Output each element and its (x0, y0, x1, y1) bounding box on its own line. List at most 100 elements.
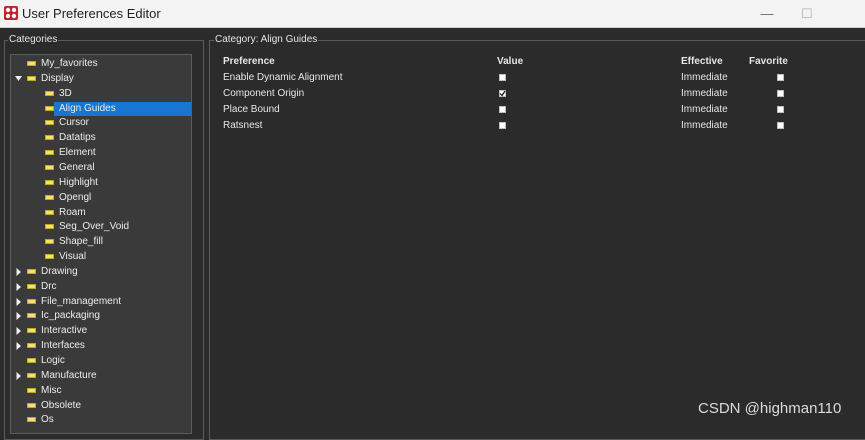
tree-item[interactable]: Interfaces (11, 339, 191, 353)
tree-item-label: Opengl (59, 191, 92, 203)
tree-item-label: Element (59, 147, 96, 159)
collapsed-arrow-icon[interactable] (14, 295, 24, 309)
folder-icon (27, 387, 36, 393)
preferences-group (209, 40, 865, 440)
tree-item-label: My_favorites (41, 58, 98, 69)
folder-icon (27, 75, 36, 81)
tree-item-label: Drc (41, 280, 57, 292)
collapsed-arrow-icon[interactable] (14, 339, 24, 353)
tree-item-label: Cursor (59, 117, 90, 129)
tree-item-label: Roam (59, 206, 86, 218)
folder-icon (45, 119, 54, 126)
tree-item[interactable]: Align Guides (11, 101, 191, 116)
effective-text: Immediate (681, 88, 728, 99)
collapsed-arrow-icon[interactable] (14, 309, 24, 323)
tree-item[interactable]: Roam (11, 206, 191, 220)
folder-icon (45, 223, 54, 230)
favorite-checkbox[interactable] (777, 106, 784, 113)
tree-item[interactable]: Misc (11, 384, 191, 398)
folder-icon (27, 416, 36, 423)
folder-icon (27, 268, 36, 274)
tree-item[interactable]: Os (11, 413, 191, 427)
watermark: CSDN @highman110 (698, 400, 842, 417)
folder-icon (45, 253, 54, 260)
tree-item[interactable]: Datatips (11, 131, 191, 145)
header-effective: Effective (681, 56, 723, 67)
preference-name: Enable Dynamic Alignment (223, 72, 343, 83)
expanded-arrow-icon[interactable] (14, 72, 24, 86)
effective-text: Immediate (681, 104, 728, 115)
tree-item[interactable]: Interactive (11, 324, 191, 338)
folder-icon (27, 298, 36, 304)
value-checkbox[interactable] (499, 106, 506, 113)
tree-item[interactable]: Ic_packaging (11, 309, 191, 323)
value-checkbox[interactable] (499, 90, 506, 97)
tree-item-label: Seg_Over_Void (59, 221, 130, 233)
tree-item[interactable]: Seg_Over_Void (11, 220, 191, 234)
tree-item[interactable]: Drawing (11, 265, 191, 279)
tree-item[interactable]: Drc (11, 280, 191, 294)
tree-item[interactable]: Display (11, 72, 191, 86)
maximize-button[interactable]: ☐ (792, 4, 822, 24)
tree-item[interactable]: Manufacture (11, 369, 191, 383)
tree-item-label: Align Guides (59, 102, 116, 114)
header-value: Value (497, 56, 524, 67)
folder-icon (27, 283, 36, 289)
tree-item[interactable]: Visual (11, 250, 191, 264)
tree-item[interactable]: Element (11, 146, 191, 160)
tree-item[interactable]: Logic (11, 354, 191, 368)
value-checkbox[interactable] (499, 74, 506, 81)
favorite-checkbox[interactable] (777, 90, 784, 97)
tree-item[interactable]: Opengl (11, 191, 191, 205)
folder-icon (27, 312, 36, 319)
collapsed-arrow-icon[interactable] (14, 369, 24, 383)
folder-icon (27, 60, 36, 66)
effective-text: Immediate (681, 120, 728, 131)
tree-item[interactable]: My_favorites (11, 57, 191, 71)
folder-icon (45, 194, 54, 200)
tree-item[interactable]: Obsolete (11, 399, 191, 413)
folder-icon (45, 179, 54, 185)
collapsed-arrow-icon[interactable] (14, 265, 24, 279)
folder-icon (45, 238, 54, 245)
tree-item-label: Manufacture (41, 369, 97, 381)
header-preference: Preference (223, 56, 275, 67)
collapsed-arrow-icon[interactable] (14, 324, 24, 338)
tree-item-label: Misc (41, 384, 62, 396)
preference-name: Component Origin (223, 88, 305, 99)
tree-item-label: Obsolete (41, 399, 82, 411)
tree-item[interactable]: Highlight (11, 176, 191, 190)
tree-item[interactable]: General (11, 161, 191, 175)
tree-item-label: Ic_packaging (41, 310, 100, 322)
favorite-checkbox[interactable] (777, 122, 784, 129)
folder-icon (27, 357, 36, 363)
tree-item-label: Interfaces (41, 340, 85, 352)
tree-item-label: Highlight (59, 176, 98, 188)
app-icon (4, 6, 18, 20)
tree-item-label: 3D (59, 87, 72, 99)
tree-item[interactable]: Cursor (11, 116, 191, 130)
tree-item[interactable]: File_management (11, 295, 191, 309)
preference-name: Ratsnest (223, 120, 263, 131)
minimize-button[interactable]: — (752, 4, 782, 24)
tree-item[interactable]: Shape_fill (11, 235, 191, 249)
folder-icon (45, 90, 54, 96)
categories-legend: Categories (8, 34, 59, 45)
folder-icon (27, 372, 36, 378)
folder-icon (45, 149, 54, 156)
tree-item[interactable]: 3D (11, 87, 191, 101)
preference-name: Place Bound (223, 104, 280, 115)
tree-item-label: Datatips (59, 132, 96, 144)
tree-item-label: Os (41, 414, 54, 426)
effective-text: Immediate (681, 72, 728, 83)
collapsed-arrow-icon[interactable] (14, 280, 24, 294)
category-tree[interactable]: My_favorites Display 3D Align Guides Cursor D… (10, 54, 192, 434)
value-checkbox[interactable] (499, 122, 506, 129)
tree-item-label: Drawing (41, 265, 78, 277)
tree-item-label: Visual (59, 251, 87, 263)
folder-icon (45, 134, 54, 141)
favorite-checkbox[interactable] (777, 74, 784, 81)
tree-item-label: General (59, 161, 95, 173)
title-bar: User Preferences Editor — ☐ (0, 0, 865, 28)
category-legend: Category: Align Guides (214, 34, 319, 45)
